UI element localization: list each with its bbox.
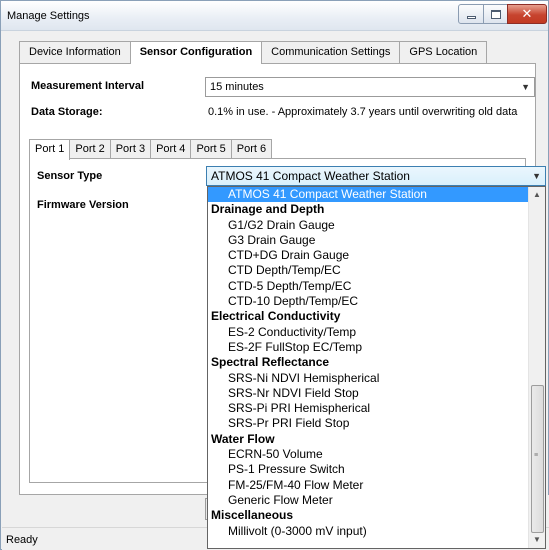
dropdown-option[interactable]: FM-25/FM-40 Flow Meter — [208, 478, 528, 493]
tab-sensor-configuration[interactable]: Sensor Configuration — [129, 41, 263, 64]
close-button[interactable]: ✕ — [507, 4, 547, 24]
grip-icon: ≡ — [534, 452, 539, 459]
measurement-interval-value: 15 minutes — [210, 81, 264, 93]
tab-port-2[interactable]: Port 2 — [69, 139, 111, 159]
measurement-interval-select[interactable]: 15 minutes ▼ — [205, 77, 535, 97]
tab-port-1[interactable]: Port 1 — [29, 139, 71, 160]
sensor-type-dropdown-list[interactable]: ATMOS 41 Compact Weather Station Drainag… — [207, 186, 546, 549]
sensor-type-select[interactable]: ATMOS 41 Compact Weather Station ▼ — [206, 166, 546, 186]
status-text: Ready — [6, 534, 38, 546]
scrollbar-thumb[interactable]: ≡ — [531, 385, 544, 533]
dropdown-group-header: Water Flow — [211, 431, 275, 446]
port-tab-strip: Port 1 Port 2 Port 3 Port 4 Port 5 Port … — [29, 139, 273, 160]
close-icon: ✕ — [521, 6, 533, 22]
dropdown-option[interactable]: Millivolt (0-3000 mV input) — [208, 524, 528, 539]
dropdown-option[interactable]: ECRN-50 Volume — [208, 447, 528, 462]
dropdown-options: ATMOS 41 Compact Weather Station Drainag… — [208, 187, 528, 539]
measurement-interval-label: Measurement Interval — [31, 80, 145, 92]
dropdown-option[interactable]: Generic Flow Meter — [208, 493, 528, 508]
tab-port-3[interactable]: Port 3 — [109, 139, 152, 159]
dropdown-option[interactable]: CTD Depth/Temp/EC — [208, 263, 528, 278]
window-title: Manage Settings — [7, 10, 90, 22]
firmware-version-label: Firmware Version — [37, 199, 129, 211]
dropdown-scrollbar[interactable]: ▲ ≡ ▼ — [528, 187, 545, 548]
dropdown-group-header: Drainage and Depth — [211, 202, 325, 217]
tab-communication-settings[interactable]: Communication Settings — [261, 41, 401, 63]
scroll-up-arrow-icon[interactable]: ▲ — [529, 187, 545, 203]
title-bar[interactable]: Manage Settings ✕ — [1, 1, 548, 31]
dropdown-option[interactable]: SRS-Nr NDVI Field Stop — [208, 386, 528, 401]
chevron-down-icon: ▼ — [521, 82, 530, 92]
chevron-down-icon: ▼ — [532, 171, 541, 181]
data-storage-value: 0.1% in use. - Approximately 3.7 years u… — [208, 106, 518, 118]
maximize-icon — [490, 9, 501, 19]
dropdown-option[interactable]: ES-2F FullStop EC/Temp — [208, 340, 528, 355]
sensor-type-label: Sensor Type — [37, 170, 103, 182]
dropdown-group-header: Miscellaneous — [211, 508, 294, 523]
scroll-down-arrow-icon[interactable]: ▼ — [529, 532, 545, 548]
sensor-type-value: ATMOS 41 Compact Weather Station — [211, 169, 410, 183]
maximize-button[interactable] — [483, 4, 508, 24]
minimize-button[interactable] — [458, 4, 484, 24]
dropdown-group-header: Electrical Conductivity — [211, 309, 341, 324]
minimize-icon — [466, 15, 476, 19]
dropdown-option[interactable]: CTD+DG Drain Gauge — [208, 248, 528, 263]
dropdown-option[interactable]: SRS-Pr PRI Field Stop — [208, 416, 528, 431]
manage-settings-window: Manage Settings ✕ Device Information Sen… — [0, 0, 549, 550]
dropdown-group-header: Spectral Reflectance — [211, 355, 330, 370]
dropdown-option[interactable]: PS-1 Pressure Switch — [208, 462, 528, 477]
data-storage-label: Data Storage: — [31, 106, 103, 118]
tab-gps-location[interactable]: GPS Location — [399, 41, 488, 63]
tab-port-6[interactable]: Port 6 — [230, 139, 273, 159]
dropdown-option[interactable]: CTD-10 Depth/Temp/EC — [208, 294, 528, 309]
dropdown-option[interactable]: SRS-Ni NDVI Hemispherical — [208, 371, 528, 386]
dropdown-option[interactable]: ATMOS 41 Compact Weather Station — [208, 187, 528, 203]
main-tab-strip: Device Information Sensor Configuration … — [19, 41, 488, 64]
dropdown-option[interactable]: CTD-5 Depth/Temp/EC — [208, 279, 528, 294]
dropdown-option[interactable]: ES-2 Conductivity/Temp — [208, 325, 528, 340]
dropdown-option[interactable]: G3 Drain Gauge — [208, 233, 528, 248]
tab-port-5[interactable]: Port 5 — [190, 139, 232, 159]
dropdown-option[interactable]: SRS-Pi PRI Hemispherical — [208, 401, 528, 416]
dropdown-option[interactable]: G1/G2 Drain Gauge — [208, 218, 528, 233]
tab-device-information[interactable]: Device Information — [19, 41, 131, 63]
tab-port-4[interactable]: Port 4 — [150, 139, 192, 159]
